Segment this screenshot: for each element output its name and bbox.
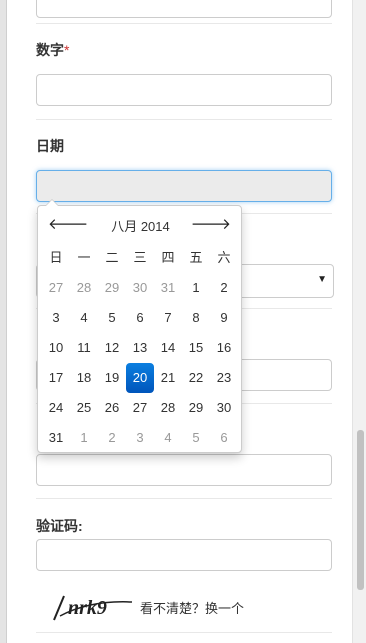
captcha-label: 验证码: (36, 518, 83, 534)
day-cell[interactable]: 16 (210, 333, 238, 363)
week-row: 3 4 5 6 7 8 9 (42, 303, 238, 333)
scrollbar-thumb[interactable] (357, 430, 364, 590)
day-cell[interactable]: 5 (182, 423, 210, 453)
day-cell[interactable]: 24 (42, 393, 70, 423)
week-row: 17 18 19 20 21 22 23 (42, 363, 238, 393)
weekday-header: 二 (105, 250, 119, 265)
captcha-input[interactable] (36, 539, 332, 571)
day-cell[interactable]: 27 (42, 273, 70, 303)
day-cell[interactable]: 29 (98, 273, 126, 303)
day-cell[interactable]: 6 (126, 303, 154, 333)
vertical-scrollbar[interactable] (352, 0, 366, 643)
day-cell[interactable]: 3 (42, 303, 70, 333)
weekday-header: 四 (161, 250, 175, 265)
day-cell[interactable]: 26 (98, 393, 126, 423)
day-cell[interactable]: 23 (210, 363, 238, 393)
captcha-refresh-link[interactable]: 看不清楚？换一个 (140, 598, 244, 617)
weekday-header: 五 (189, 250, 203, 265)
day-cell[interactable]: 2 (98, 423, 126, 453)
window-left-edge (0, 0, 7, 643)
day-cell[interactable]: 1 (182, 273, 210, 303)
day-cell[interactable]: 22 (182, 363, 210, 393)
datepicker-popup: 🡐 八月 2014 🡒 日 一 二 三 四 五 六 27 28 29 30 31… (37, 199, 242, 453)
weekday-header: 六 (217, 250, 231, 265)
divider (36, 632, 332, 633)
weekday-row: 日 一 二 三 四 五 六 (42, 243, 238, 273)
day-cell[interactable]: 17 (42, 363, 70, 393)
day-cell[interactable]: 4 (70, 303, 98, 333)
date-label: 日期 (36, 138, 64, 154)
day-cell[interactable]: 30 (210, 393, 238, 423)
datepicker-grid: 日 一 二 三 四 五 六 27 28 29 30 31 1 2 3 4 5 6… (42, 243, 238, 453)
day-cell[interactable]: 28 (154, 393, 182, 423)
day-cell[interactable]: 14 (154, 333, 182, 363)
day-cell[interactable]: 3 (126, 423, 154, 453)
day-cell[interactable]: 2 (210, 273, 238, 303)
weekday-header: 日 (49, 250, 63, 265)
day-cell[interactable]: 31 (154, 273, 182, 303)
captcha-image[interactable]: nrk9 (50, 590, 140, 624)
week-row: 10 11 12 13 14 15 16 (42, 333, 238, 363)
day-cell[interactable]: 4 (154, 423, 182, 453)
day-cell[interactable]: 7 (154, 303, 182, 333)
day-cell[interactable]: 28 (70, 273, 98, 303)
number-label: 数字* (36, 42, 70, 58)
week-row: 24 25 26 27 28 29 30 (42, 393, 238, 423)
day-cell[interactable]: 6 (210, 423, 238, 453)
caret-down-icon: ▼ (317, 274, 327, 285)
day-cell[interactable]: 11 (70, 333, 98, 363)
number-input[interactable] (36, 74, 332, 106)
day-cell[interactable]: 1 (70, 423, 98, 453)
previous-field-input[interactable] (36, 0, 332, 18)
week-row: 31 1 2 3 4 5 6 (42, 423, 238, 453)
day-cell[interactable]: 12 (98, 333, 126, 363)
day-cell[interactable]: 21 (154, 363, 182, 393)
day-cell[interactable]: 15 (182, 333, 210, 363)
arrow-right-icon[interactable]: 🡒 (191, 214, 231, 233)
day-cell[interactable]: 25 (70, 393, 98, 423)
date-input[interactable] (36, 170, 332, 202)
day-cell[interactable]: 5 (98, 303, 126, 333)
hidden-field-input-2[interactable] (36, 454, 332, 486)
day-cell-selected[interactable]: 20 (126, 363, 154, 393)
day-cell[interactable]: 10 (42, 333, 70, 363)
datepicker-month-title[interactable]: 八月 2014 (78, 216, 203, 235)
day-cell[interactable]: 9 (210, 303, 238, 333)
divider (36, 23, 332, 24)
day-cell[interactable]: 29 (182, 393, 210, 423)
day-cell[interactable]: 19 (98, 363, 126, 393)
day-cell[interactable]: 31 (42, 423, 70, 453)
day-cell[interactable]: 18 (70, 363, 98, 393)
day-cell[interactable]: 30 (126, 273, 154, 303)
required-mark: * (64, 42, 70, 58)
day-cell[interactable]: 27 (126, 393, 154, 423)
captcha-glyphs: nrk9 (68, 597, 107, 619)
day-cell[interactable]: 8 (182, 303, 210, 333)
day-cell[interactable]: 13 (126, 333, 154, 363)
week-row: 27 28 29 30 31 1 2 (42, 273, 238, 303)
divider (36, 119, 332, 120)
divider (36, 498, 332, 499)
weekday-header: 一 (77, 250, 91, 265)
weekday-header: 三 (133, 250, 147, 265)
